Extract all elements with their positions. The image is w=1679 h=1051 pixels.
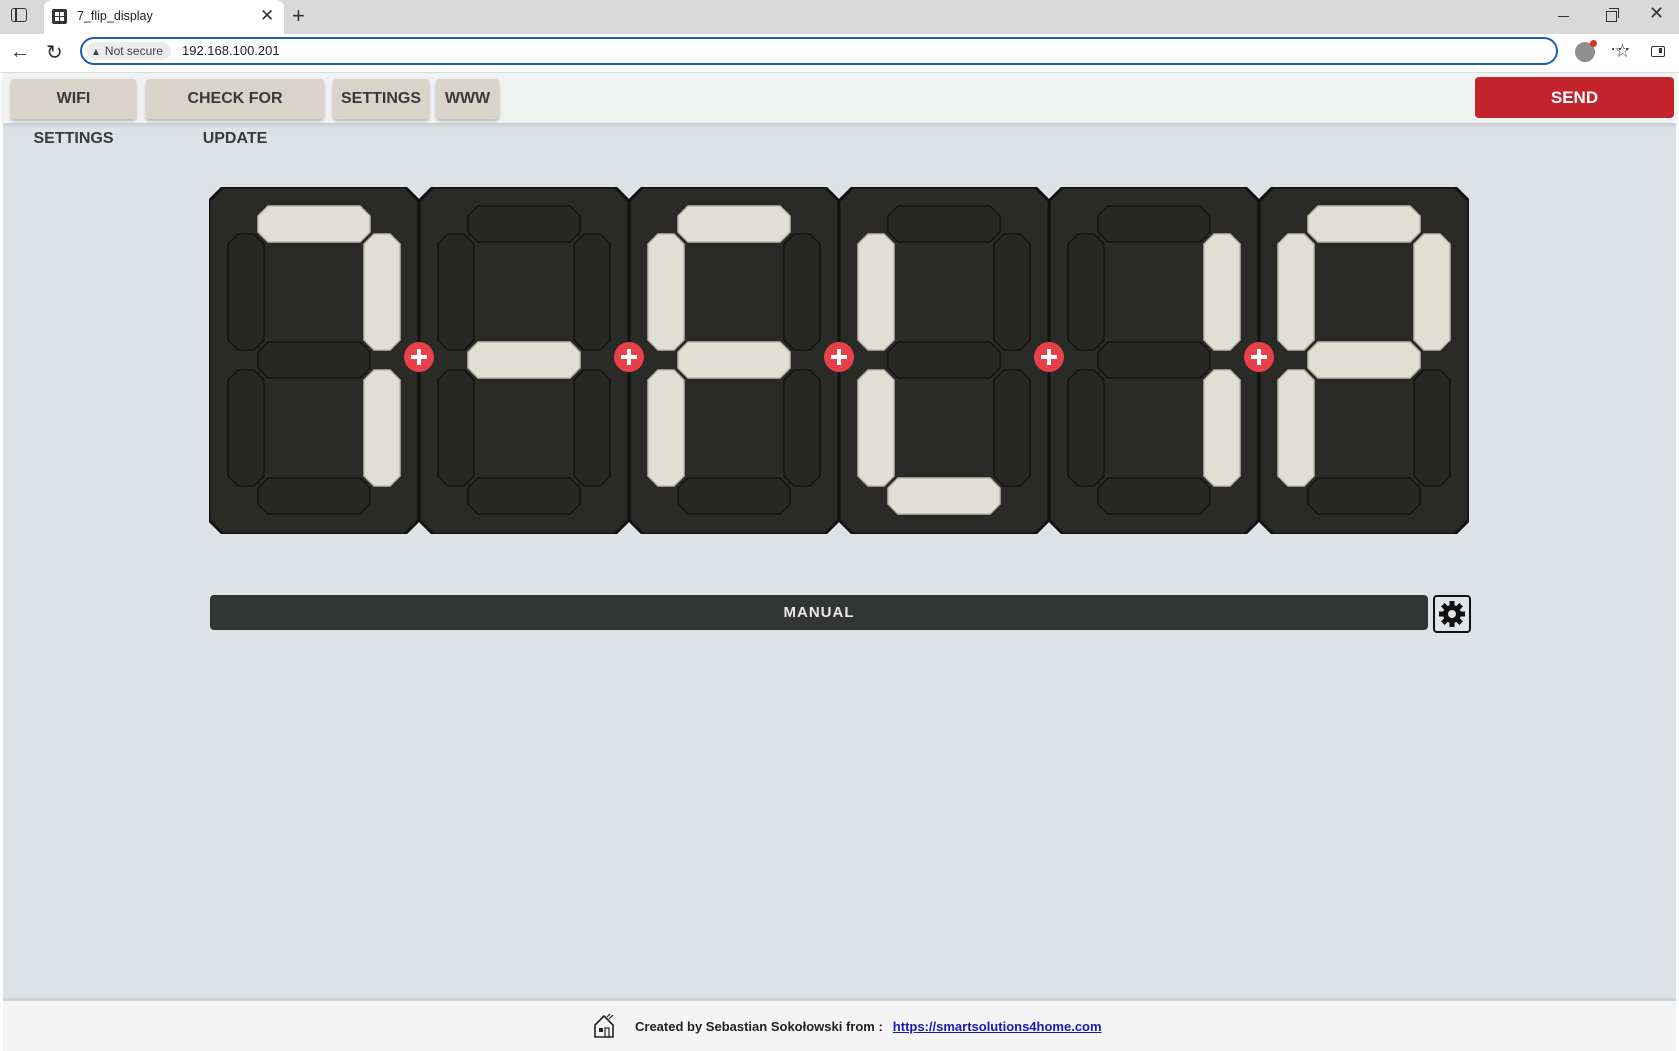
top-navigation: WIFI SETTINGS CHECK FOR UPDATE SETTINGS …: [3, 73, 1676, 147]
segment-f[interactable]: [1277, 233, 1315, 351]
tab-favicon-icon: [52, 9, 67, 24]
mode-selector[interactable]: MANUAL: [210, 595, 1428, 630]
tab-close-icon[interactable]: ✕: [260, 6, 274, 26]
browser-tab[interactable]: 7_flip_display ✕: [44, 0, 284, 34]
segment-b[interactable]: [1413, 233, 1451, 351]
www-button[interactable]: WWW: [436, 79, 499, 119]
segment-a[interactable]: [1307, 205, 1421, 243]
segment-c[interactable]: [363, 369, 401, 487]
segment-f[interactable]: [437, 233, 475, 351]
warning-icon: ▲: [91, 47, 101, 58]
tab-actions-icon[interactable]: [11, 8, 27, 22]
segment-c[interactable]: [993, 369, 1031, 487]
segment-g[interactable]: [257, 341, 371, 379]
segment-e[interactable]: [647, 369, 685, 487]
check-for-update-button[interactable]: CHECK FOR UPDATE: [146, 79, 324, 147]
footer-link[interactable]: https://smartsolutions4home.com: [893, 1019, 1102, 1034]
digit-1[interactable]: [209, 187, 419, 534]
flip-display: [209, 187, 1472, 534]
segment-e[interactable]: [1277, 369, 1315, 487]
footer-credit: Created by Sebastian Sokołowski from :: [635, 1018, 883, 1034]
security-badge[interactable]: ▲ Not secure: [87, 42, 171, 60]
segment-d[interactable]: [1307, 477, 1421, 515]
back-icon[interactable]: ←: [10, 41, 30, 64]
add-separator-plus-icon[interactable]: [614, 342, 644, 372]
mode-settings-button[interactable]: [1433, 595, 1471, 633]
segment-a[interactable]: [677, 205, 791, 243]
segment-f[interactable]: [227, 233, 265, 351]
digit-2[interactable]: [419, 187, 629, 534]
browser-titlebar: 7_flip_display ✕ + ✕: [0, 0, 1679, 34]
send-button[interactable]: SEND: [1475, 77, 1674, 118]
segment-a[interactable]: [467, 205, 581, 243]
segment-c[interactable]: [1203, 369, 1241, 487]
window-close-icon[interactable]: ✕: [1649, 3, 1664, 24]
segment-e[interactable]: [437, 369, 475, 487]
segment-g[interactable]: [1097, 341, 1211, 379]
add-separator-plus-icon[interactable]: [824, 342, 854, 372]
page-content: WIFI SETTINGS CHECK FOR UPDATE SETTINGS …: [3, 73, 1676, 1051]
restore-icon[interactable]: [1606, 8, 1619, 22]
segment-b[interactable]: [573, 233, 611, 351]
footer: Created by Sebastian Sokołowski from : h…: [3, 998, 1676, 1051]
segment-e[interactable]: [857, 369, 895, 487]
segment-f[interactable]: [647, 233, 685, 351]
wifi-settings-button[interactable]: WIFI SETTINGS: [11, 79, 136, 147]
segment-b[interactable]: [1203, 233, 1241, 351]
segment-d[interactable]: [257, 477, 371, 515]
segment-d[interactable]: [1097, 477, 1211, 515]
segment-g[interactable]: [887, 341, 1001, 379]
digit-5[interactable]: [1049, 187, 1259, 534]
segment-a[interactable]: [887, 205, 1001, 243]
segment-f[interactable]: [1067, 233, 1105, 351]
digit-3[interactable]: [629, 187, 839, 534]
digit-4[interactable]: [839, 187, 1049, 534]
segment-g[interactable]: [1307, 341, 1421, 379]
segment-b[interactable]: [993, 233, 1031, 351]
gear-icon: [1439, 601, 1465, 627]
segment-d[interactable]: [887, 477, 1001, 515]
segment-b[interactable]: [783, 233, 821, 351]
segment-c[interactable]: [1413, 369, 1451, 487]
reload-icon[interactable]: ↻: [46, 40, 63, 65]
tab-title: 7_flip_display: [77, 9, 153, 23]
segment-c[interactable]: [573, 369, 611, 487]
smart-home-logo-icon: [594, 1013, 614, 1038]
segment-a[interactable]: [1097, 205, 1211, 243]
add-separator-plus-icon[interactable]: [1034, 342, 1064, 372]
profile-avatar[interactable]: [1575, 40, 1597, 62]
minimize-icon[interactable]: [1558, 16, 1569, 17]
add-separator-plus-icon[interactable]: [1244, 342, 1274, 372]
segment-f[interactable]: [857, 233, 895, 351]
security-label: Not secure: [104, 44, 163, 58]
segment-e[interactable]: [227, 369, 265, 487]
add-separator-plus-icon[interactable]: [404, 342, 434, 372]
more-options-icon[interactable]: ···: [1610, 38, 1631, 59]
digit-6[interactable]: [1259, 187, 1469, 534]
segment-c[interactable]: [783, 369, 821, 487]
segment-d[interactable]: [677, 477, 791, 515]
segment-e[interactable]: [1067, 369, 1105, 487]
segment-d[interactable]: [467, 477, 581, 515]
settings-button[interactable]: SETTINGS: [333, 79, 429, 119]
segment-g[interactable]: [677, 341, 791, 379]
segment-a[interactable]: [257, 205, 371, 243]
address-bar[interactable]: ▲ Not secure 192.168.100.201 ☆: [80, 37, 1631, 65]
sidebar-toggle-icon[interactable]: [1651, 46, 1665, 57]
browser-toolbar: ← ↻ ▲ Not secure 192.168.100.201 ☆ ···: [0, 34, 1679, 73]
segment-b[interactable]: [363, 233, 401, 351]
url-input[interactable]: 192.168.100.201: [182, 43, 280, 58]
new-tab-icon[interactable]: +: [292, 3, 305, 29]
segment-g[interactable]: [467, 341, 581, 379]
